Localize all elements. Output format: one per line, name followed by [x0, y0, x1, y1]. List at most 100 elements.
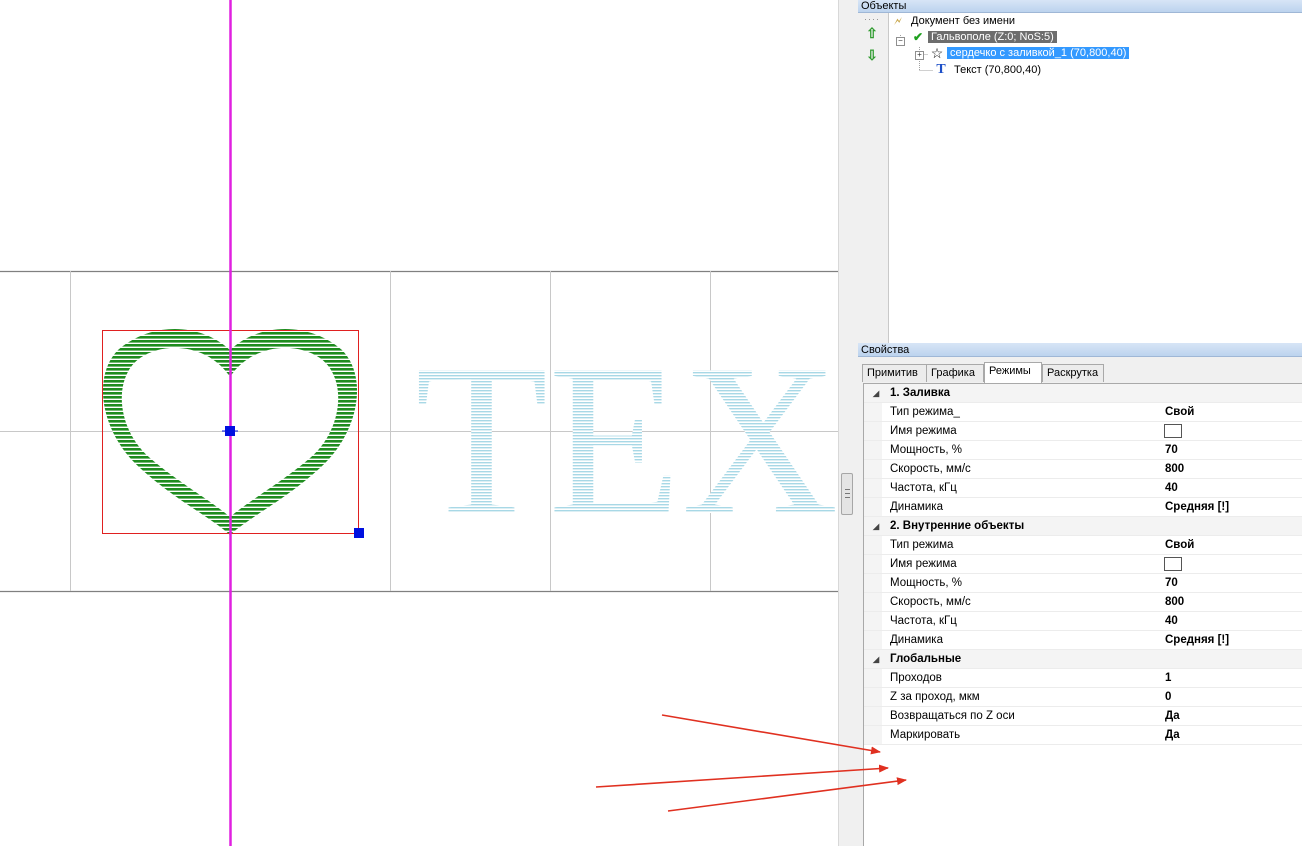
property-row[interactable]: Z за проход, мкм 0: [864, 688, 1302, 707]
property-value[interactable]: Средняя [!]: [1165, 631, 1229, 650]
property-name: Z за проход, мкм: [890, 691, 980, 703]
category-global[interactable]: ◢ Глобальные: [864, 650, 1302, 669]
property-row[interactable]: Динамика Средняя [!]: [864, 631, 1302, 650]
property-row[interactable]: Возвращаться по Z оси Да: [864, 707, 1302, 726]
row-gutter: [864, 631, 882, 649]
category-label: 1. Заливка: [890, 387, 950, 399]
property-row[interactable]: Динамика Средняя [!]: [864, 498, 1302, 517]
property-value[interactable]: 800: [1165, 593, 1184, 612]
row-gutter: [864, 536, 882, 554]
property-name: Скорость, мм/с: [890, 596, 971, 608]
property-row[interactable]: Частота, кГц 40: [864, 612, 1302, 631]
category-internal-objects[interactable]: ◢ 2. Внутренние объекты: [864, 517, 1302, 536]
star-outline-icon: ☆: [930, 45, 944, 62]
collapse-icon[interactable]: −: [896, 37, 905, 46]
collapse-triangle-icon[interactable]: ◢: [873, 384, 879, 403]
row-gutter: [864, 479, 882, 497]
move-down-arrow-icon[interactable]: ⇩: [864, 47, 880, 63]
property-name: Скорость, мм/с: [890, 463, 971, 475]
mode-name-swatch[interactable]: [1164, 424, 1182, 438]
property-name: Мощность, %: [890, 577, 962, 589]
row-gutter: [864, 498, 882, 516]
objects-panel: Объекты ···· ⇧ ⇩ 🗲 Документ без имени − ✔…: [858, 0, 1302, 343]
tab-primitive[interactable]: Примитив: [862, 364, 927, 382]
row-gutter: [864, 593, 882, 611]
property-value[interactable]: 800: [1165, 460, 1184, 479]
property-value[interactable]: Средняя [!]: [1165, 498, 1229, 517]
property-name: Частота, кГц: [890, 615, 957, 627]
tree-node-galvofield[interactable]: ✔ Гальвополе (Z:0; NoS:5): [910, 29, 1057, 45]
row-gutter: [864, 574, 882, 592]
property-row[interactable]: Мощность, % 70: [864, 574, 1302, 593]
move-up-arrow-icon[interactable]: ⇧: [864, 25, 880, 41]
collapse-triangle-icon[interactable]: ◢: [873, 650, 879, 669]
property-row[interactable]: Имя режима: [864, 422, 1302, 441]
property-name: Динамика: [890, 501, 943, 513]
property-row[interactable]: Частота, кГц 40: [864, 479, 1302, 498]
property-value[interactable]: Свой: [1165, 536, 1194, 555]
property-row[interactable]: Маркировать Да: [864, 726, 1302, 745]
property-row[interactable]: Тип режима_ Свой: [864, 403, 1302, 422]
row-gutter: [864, 726, 882, 744]
row-gutter: [864, 460, 882, 478]
row-gutter: [864, 403, 882, 421]
property-value[interactable]: 40: [1165, 612, 1178, 631]
property-value[interactable]: 70: [1165, 441, 1178, 460]
property-name: Частота, кГц: [890, 482, 957, 494]
property-name: Тип режима_: [890, 406, 960, 418]
object-tree: 🗲 Документ без имени − ✔ Гальвополе (Z:0; …: [888, 13, 1302, 343]
tree-node-heart[interactable]: ☆ сердечко с заливкой_1 (70,800,40): [929, 45, 1130, 62]
row-gutter: [864, 441, 882, 459]
property-name: Мощность, %: [890, 444, 962, 456]
design-canvas[interactable]: TEX: [0, 0, 838, 846]
row-gutter: [864, 422, 882, 440]
category-label: 2. Внутренние объекты: [890, 520, 1025, 532]
row-gutter: [864, 669, 882, 687]
properties-panel-title: Свойства: [858, 343, 1302, 357]
hatched-text-object: TEX: [415, 320, 838, 561]
tree-node-text[interactable]: T Текст (70,800,40): [933, 62, 1044, 78]
property-row[interactable]: Тип режима Свой: [864, 536, 1302, 555]
splitter-grip[interactable]: [841, 473, 853, 515]
property-value[interactable]: 40: [1165, 479, 1178, 498]
text-t-icon: T: [936, 62, 946, 78]
row-gutter: [864, 555, 882, 573]
toolbar-grip[interactable]: ····: [864, 14, 880, 24]
property-row[interactable]: Скорость, мм/с 800: [864, 593, 1302, 612]
tab-modes[interactable]: Режимы: [984, 362, 1042, 383]
property-value[interactable]: Свой: [1165, 403, 1194, 422]
checkmark-field-icon: ✔: [912, 30, 924, 45]
property-value[interactable]: 1: [1165, 669, 1171, 688]
category-label: Глобальные: [890, 653, 962, 665]
tree-node-document[interactable]: 🗲 Документ без имени: [890, 13, 1018, 29]
row-gutter: [864, 612, 882, 630]
property-name: Имя режима: [890, 558, 957, 570]
property-name: Динамика: [890, 634, 943, 646]
panel-splitter[interactable]: [838, 0, 858, 846]
property-value[interactable]: 70: [1165, 574, 1178, 593]
property-name: Имя режима: [890, 425, 957, 437]
category-fill[interactable]: ◢ 1. Заливка: [864, 384, 1302, 403]
collapse-triangle-icon[interactable]: ◢: [873, 517, 879, 536]
property-name: Тип режима: [890, 539, 954, 551]
row-gutter: [864, 688, 882, 706]
tab-spin[interactable]: Раскрутка: [1042, 364, 1104, 382]
property-row[interactable]: Проходов 1: [864, 669, 1302, 688]
properties-panel: Свойства Примитив Графика Режимы Раскрут…: [858, 343, 1302, 846]
mode-name-swatch[interactable]: [1164, 557, 1182, 571]
objects-toolbar: ···· ⇧ ⇩: [858, 13, 889, 343]
property-row[interactable]: Скорость, мм/с 800: [864, 460, 1302, 479]
property-row[interactable]: Мощность, % 70: [864, 441, 1302, 460]
property-name: Возвращаться по Z оси: [890, 710, 1015, 722]
objects-panel-title: Объекты: [858, 0, 1302, 13]
property-value[interactable]: Да: [1165, 726, 1180, 745]
property-row[interactable]: Имя режима: [864, 555, 1302, 574]
property-value[interactable]: 0: [1165, 688, 1171, 707]
canvas-drawing[interactable]: TEX: [0, 0, 838, 846]
property-value[interactable]: Да: [1165, 707, 1180, 726]
row-gutter: [864, 707, 882, 725]
resize-handle: [354, 528, 364, 538]
expand-icon[interactable]: +: [915, 51, 924, 60]
property-grid: ◢ 1. Заливка Тип режима_ Свой Имя режима Мощн…: [863, 383, 1302, 846]
tab-graphics[interactable]: Графика: [926, 364, 984, 382]
